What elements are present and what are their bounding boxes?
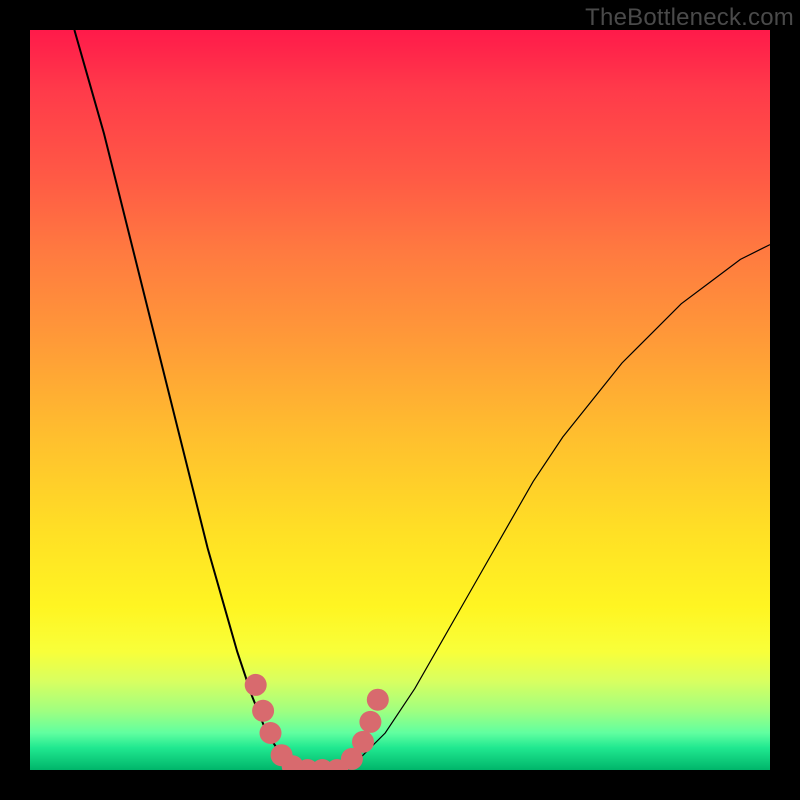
highlight-dot: [359, 711, 381, 733]
curve-bottleneck-curve-left: [74, 30, 296, 770]
watermark-text: TheBottleneck.com: [585, 4, 794, 32]
highlight-dot: [252, 700, 274, 722]
marker-group: [245, 674, 389, 770]
highlight-dot: [260, 722, 282, 744]
chart-frame: [30, 30, 770, 770]
highlight-dot: [367, 689, 389, 711]
highlight-dot: [245, 674, 267, 696]
highlight-dot: [352, 731, 374, 753]
curve-bottleneck-curve-right: [326, 245, 770, 770]
chart-svg: [30, 30, 770, 770]
curve-group: [74, 30, 770, 770]
